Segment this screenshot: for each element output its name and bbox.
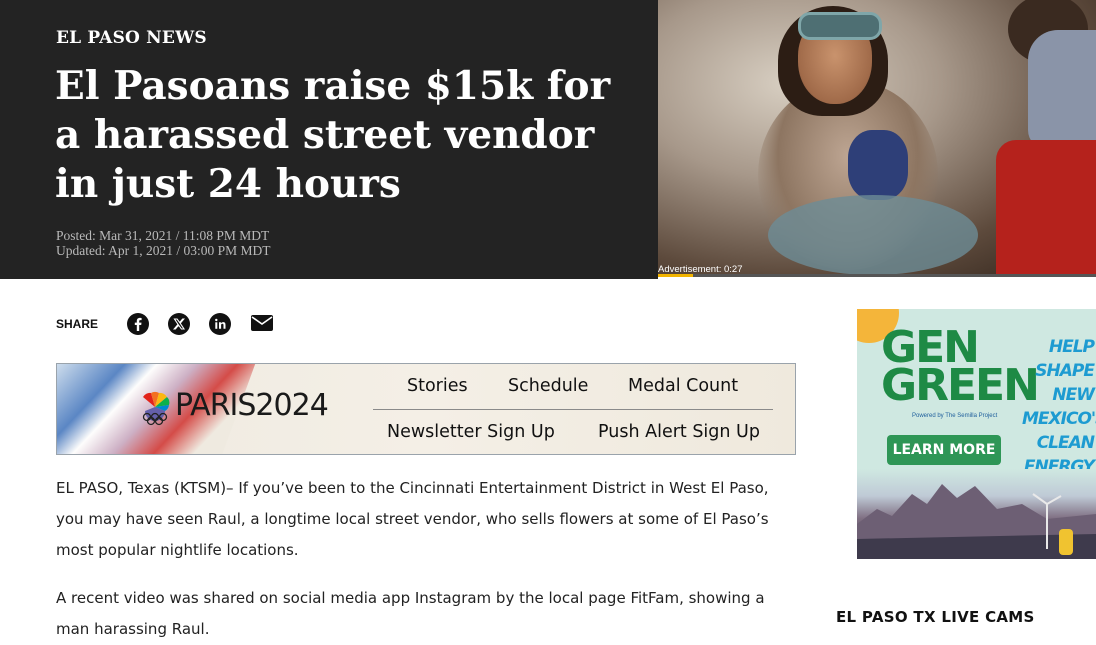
video-progress-fill bbox=[658, 274, 694, 277]
ad-learn-more-button[interactable]: LEARN MORE bbox=[887, 435, 1001, 465]
banner-divider bbox=[373, 409, 773, 410]
video-frame-tulle bbox=[768, 195, 978, 275]
video-player[interactable]: Advertisement: 0:27 bbox=[658, 0, 1096, 277]
video-frame-goggles bbox=[798, 12, 882, 40]
live-cams-heading: EL PASO TX LIVE CAMS bbox=[836, 608, 1035, 626]
facebook-icon[interactable] bbox=[127, 313, 149, 335]
updated-date: Updated: Apr 1, 2021 / 03:00 PM MDT bbox=[56, 243, 271, 258]
nbc-peacock-icon bbox=[142, 391, 170, 426]
linkedin-icon[interactable] bbox=[209, 313, 231, 335]
posted-date: Posted: Mar 31, 2021 / 11:08 PM MDT bbox=[56, 228, 270, 243]
article-paragraph: A recent video was shared on social medi… bbox=[56, 589, 765, 638]
article-headline: El Pasoans raise $15k for a harassed str… bbox=[55, 63, 611, 207]
banner-link-newsletter-signup[interactable]: Newsletter Sign Up bbox=[387, 422, 555, 442]
ad-brand-logo: GEN GREEN bbox=[881, 322, 1040, 411]
video-frame-red-sleeve bbox=[996, 140, 1096, 277]
banner-link-push-alert-signup[interactable]: Push Alert Sign Up bbox=[598, 422, 760, 442]
x-icon[interactable] bbox=[168, 313, 190, 335]
email-icon[interactable] bbox=[251, 315, 273, 331]
share-label: SHARE bbox=[56, 317, 99, 331]
article-header: EL PASO NEWS El Pasoans raise $15k for a… bbox=[0, 0, 658, 279]
paris2024-logo[interactable]: PARIS2024 bbox=[175, 388, 329, 423]
banner-link-schedule[interactable]: Schedule bbox=[508, 376, 588, 396]
video-frame-toy bbox=[848, 130, 908, 200]
banner-link-medal-count[interactable]: Medal Count bbox=[628, 376, 738, 396]
ad-worker-graphic bbox=[1059, 529, 1073, 555]
ad-powered-by: Powered by The Semilla Project bbox=[912, 413, 998, 419]
article-paragraph: EL PASO, Texas (KTSM)– If you’ve been to… bbox=[56, 479, 769, 559]
sidebar-advertisement[interactable]: GEN GREEN Powered by The Semilla Project… bbox=[857, 309, 1096, 559]
olympics-banner: PARIS2024 Stories Schedule Medal Count N… bbox=[56, 363, 796, 455]
video-progress-bar[interactable] bbox=[658, 274, 1096, 277]
video-frame-jacket bbox=[1028, 30, 1096, 150]
banner-link-stories[interactable]: Stories bbox=[407, 376, 468, 396]
article-timestamps: Posted: Mar 31, 2021 / 11:08 PM MDT Upda… bbox=[56, 228, 271, 258]
section-label[interactable]: EL PASO NEWS bbox=[56, 28, 207, 48]
